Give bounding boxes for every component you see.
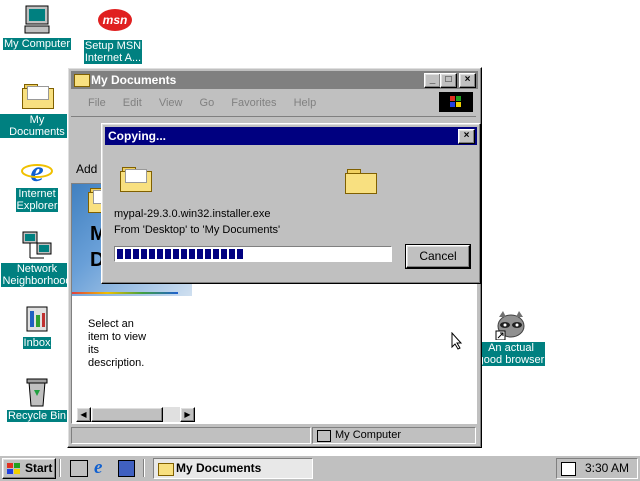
scroll-right-arrow-icon[interactable]: ▶ bbox=[180, 407, 195, 422]
channels-quicklaunch-icon[interactable] bbox=[118, 460, 135, 477]
computer-icon bbox=[317, 430, 331, 442]
folder-icon bbox=[74, 74, 90, 87]
desktop-icon-mypal-browser[interactable]: An actual good browser bbox=[476, 308, 546, 366]
recycle-bin-icon bbox=[21, 376, 53, 408]
menu-help[interactable]: Help bbox=[294, 97, 317, 109]
task-my-documents[interactable]: My Documents bbox=[153, 458, 313, 479]
copy-dialog[interactable]: Copying... × mypal-29.3.0.win32.installe… bbox=[101, 123, 481, 284]
source-folder-icon bbox=[120, 167, 152, 192]
close-button[interactable]: × bbox=[459, 73, 476, 88]
windows-logo bbox=[439, 92, 473, 112]
progress-segment bbox=[237, 249, 243, 259]
progress-segment bbox=[133, 249, 139, 259]
internet-explorer-icon: e bbox=[21, 154, 53, 188]
desktop-icon-recycle-bin[interactable]: Recycle Bin bbox=[0, 376, 74, 422]
menu-favorites[interactable]: Favorites bbox=[231, 97, 276, 109]
raccoon-icon bbox=[495, 308, 527, 341]
progress-segment bbox=[205, 249, 211, 259]
menu-bar: File Edit View Go Favorites Help bbox=[88, 95, 330, 111]
minimize-button[interactable]: _ bbox=[424, 73, 441, 88]
folder-icon bbox=[158, 463, 174, 476]
progress-segment bbox=[173, 249, 179, 259]
menu-file[interactable]: File bbox=[88, 97, 106, 109]
explorer-titlebar[interactable]: My Documents _ □ × bbox=[71, 71, 478, 89]
folder-icon bbox=[21, 80, 54, 112]
desktop-icon-label: Inbox bbox=[22, 337, 52, 349]
progress-segment bbox=[125, 249, 131, 259]
scroll-left-arrow-icon[interactable]: ◀ bbox=[76, 407, 91, 422]
progress-segment bbox=[117, 249, 123, 259]
desktop-quicklaunch-icon[interactable] bbox=[70, 460, 88, 477]
windows-flag-icon bbox=[7, 463, 20, 474]
copy-filename: mypal-29.3.0.win32.installer.exe bbox=[114, 208, 271, 220]
destination-folder-icon bbox=[345, 169, 377, 194]
desktop-icon-label: My Documents bbox=[0, 114, 74, 138]
progress-segment bbox=[181, 249, 187, 259]
menu-go[interactable]: Go bbox=[200, 97, 215, 109]
desktop-icon-network-neighborhood[interactable]: Network Neighborhood bbox=[0, 229, 74, 287]
description-text: Select an item to view its description. bbox=[88, 318, 147, 369]
svg-text:e: e bbox=[30, 155, 43, 186]
taskbar: Start e My Documents 3:30 AM bbox=[0, 455, 640, 481]
desktop-icon-my-computer[interactable]: My Computer bbox=[0, 4, 74, 50]
cancel-button[interactable]: Cancel bbox=[405, 244, 471, 269]
desktop-icon-label: Recycle Bin bbox=[6, 410, 68, 422]
maximize-button[interactable]: □ bbox=[440, 73, 457, 88]
menu-view[interactable]: View bbox=[159, 97, 183, 109]
msn-logo-text: msn bbox=[103, 13, 128, 27]
copy-from-to: From 'Desktop' to 'My Documents' bbox=[114, 224, 281, 236]
progress-segment bbox=[229, 249, 235, 259]
horizontal-scrollbar[interactable]: ◀ ▶ bbox=[76, 407, 195, 422]
computer-icon bbox=[21, 4, 53, 36]
progress-segment bbox=[149, 249, 155, 259]
clock: 3:30 AM bbox=[584, 461, 629, 475]
progress-segment bbox=[141, 249, 147, 259]
task-label: My Documents bbox=[176, 461, 262, 475]
scroll-thumb[interactable] bbox=[91, 407, 163, 422]
msn-logo-icon: msn bbox=[97, 6, 132, 38]
status-location: My Computer bbox=[335, 429, 402, 441]
progress-segment bbox=[165, 249, 171, 259]
tray-scheduler-icon[interactable] bbox=[561, 462, 576, 476]
copy-dialog-titlebar[interactable]: Copying... × bbox=[105, 127, 477, 145]
desktop-icon-label: Network Neighborhood bbox=[1, 263, 73, 287]
progress-segment bbox=[213, 249, 219, 259]
desktop-icon-my-documents[interactable]: My Documents bbox=[0, 80, 74, 138]
desktop-icon-setup-msn[interactable]: msn Setup MSN Internet A... bbox=[76, 6, 150, 64]
window-title: My Documents bbox=[91, 73, 177, 87]
copy-progress-bar bbox=[114, 246, 392, 262]
dialog-close-button[interactable]: × bbox=[458, 129, 475, 144]
menu-edit[interactable]: Edit bbox=[123, 97, 142, 109]
status-bar: My Computer bbox=[71, 427, 476, 444]
desktop-icon-label: Internet Explorer bbox=[15, 188, 59, 212]
inbox-icon bbox=[21, 303, 53, 335]
title-underline bbox=[72, 292, 178, 294]
progress-segment bbox=[189, 249, 195, 259]
dialog-title: Copying... bbox=[108, 129, 166, 143]
start-label: Start bbox=[25, 461, 53, 475]
ie-quicklaunch-icon[interactable]: e bbox=[94, 457, 102, 479]
progress-segment bbox=[157, 249, 163, 259]
desktop-icon-label: An actual good browser bbox=[476, 342, 546, 366]
desktop-icon-label: Setup MSN Internet A... bbox=[83, 40, 143, 64]
mouse-cursor-icon bbox=[451, 332, 463, 350]
address-label: Add bbox=[76, 162, 98, 176]
desktop-icon-label: My Computer bbox=[2, 38, 72, 50]
network-icon bbox=[21, 229, 53, 261]
progress-segment bbox=[197, 249, 203, 259]
start-button[interactable]: Start bbox=[2, 458, 56, 479]
desktop-icon-inbox[interactable]: Inbox bbox=[0, 303, 74, 349]
desktop: My Computer msn Setup MSN Internet A... … bbox=[0, 0, 640, 455]
progress-segment bbox=[221, 249, 227, 259]
desktop-icon-internet-explorer[interactable]: e Internet Explorer bbox=[0, 154, 74, 212]
copy-progress-fill bbox=[117, 249, 244, 259]
system-tray: 3:30 AM bbox=[556, 458, 638, 479]
